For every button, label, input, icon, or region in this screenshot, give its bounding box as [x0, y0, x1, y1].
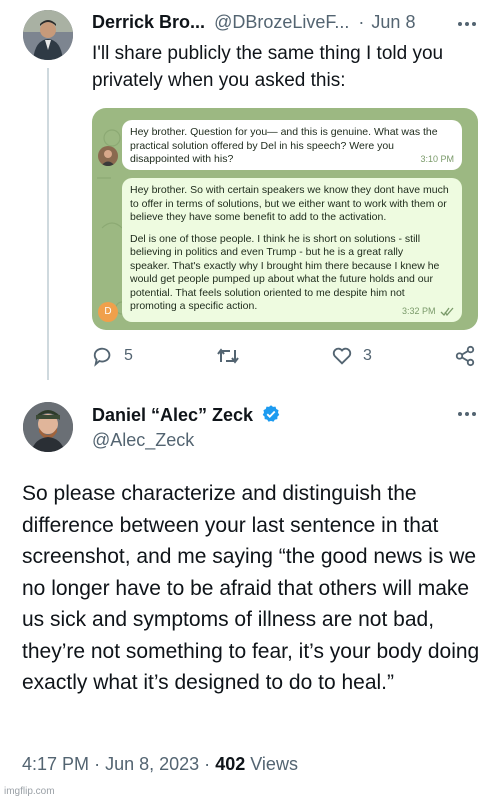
avatar[interactable]: [23, 10, 73, 60]
chat-message-paragraph: Del is one of those people. I think he i…: [130, 232, 440, 313]
tweet-action-bar: 5 3: [0, 345, 500, 371]
watermark: imgflip.com: [4, 786, 55, 797]
tweet-date[interactable]: Jun 8, 2023: [105, 754, 199, 774]
share-button[interactable]: [454, 345, 476, 367]
avatar-derrick-image: [23, 10, 73, 60]
double-check-icon: [440, 307, 454, 316]
tweet1-header: Derrick Bro... @DBrozeLiveF... · Jun 8: [92, 12, 415, 33]
sender-avatar-letter: D: [98, 302, 118, 322]
reply-icon: [93, 347, 111, 367]
tweet-time[interactable]: 4:17 PM: [22, 754, 89, 774]
chat-message-time: 3:10 PM: [420, 153, 454, 164]
more-options-icon[interactable]: [456, 404, 478, 424]
author-name[interactable]: Daniel “Alec” Zeck: [92, 405, 253, 425]
separator-dot: ·: [204, 754, 211, 774]
like-button[interactable]: 3: [331, 345, 372, 367]
chat-screenshot-image[interactable]: Hey brother. Question for you— and this …: [92, 108, 478, 330]
separator-dot: ·: [358, 12, 365, 32]
chat-message-time: 3:32 PM: [402, 305, 454, 319]
views-count: 402: [215, 754, 246, 774]
author-handle[interactable]: @Alec_Zeck: [92, 430, 194, 451]
reply-count: 5: [124, 347, 133, 364]
more-options-icon[interactable]: [456, 14, 478, 34]
avatar-alec-image: [23, 402, 73, 452]
retweet-button[interactable]: [216, 345, 250, 367]
chat-message-text: Hey brother. Question for you— and this …: [130, 126, 438, 165]
heart-icon: [332, 347, 352, 365]
share-icon: [455, 345, 475, 367]
avatar[interactable]: [23, 402, 73, 452]
tweet-date[interactable]: Jun 8: [371, 12, 415, 32]
verified-badge-icon: [262, 405, 280, 422]
author-name[interactable]: Derrick Bro...: [92, 12, 205, 32]
like-count: 3: [363, 347, 372, 364]
chat-message-outgoing: Hey brother. Question for you— and this …: [122, 120, 462, 170]
thread-connector-line: [47, 68, 49, 380]
tweet-metadata: 4:17 PM · Jun 8, 2023 · 402 Views: [22, 754, 298, 775]
tweet-text: I'll share publicly the same thing I tol…: [92, 43, 444, 91]
reply-button[interactable]: 5: [92, 345, 133, 367]
tweet2-header: Daniel “Alec” Zeck: [92, 404, 281, 426]
sender-avatar: [98, 146, 118, 166]
retweet-icon: [217, 348, 239, 364]
author-handle[interactable]: @DBrozeLiveF...: [214, 12, 349, 32]
separator-dot: ·: [94, 754, 101, 774]
chat-message-incoming: Hey brother. So with certain speakers we…: [122, 178, 462, 322]
views-label: Views: [250, 754, 298, 774]
tweet-text: So please characterize and distinguish t…: [22, 482, 480, 694]
chat-message-paragraph: Hey brother. So with certain speakers we…: [130, 184, 449, 223]
